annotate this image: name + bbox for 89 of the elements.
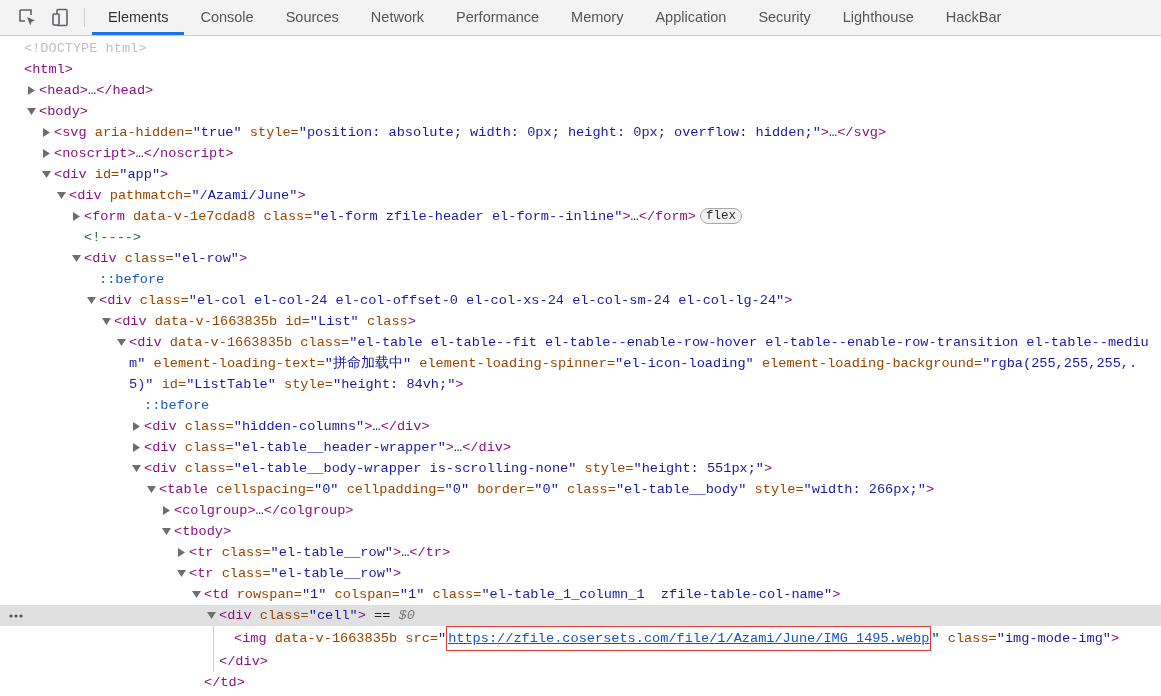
dom-node-line: <svg aria-hidden="true" style="position: absolute; width: 0px; height: 0px; overflow: hidden;">…</svg> — [54, 124, 887, 142]
dom-node-line: <div class="cell"> == $0 — [219, 607, 415, 625]
dom-node-line: <colgroup>…</colgroup> — [174, 502, 354, 520]
dom-tree-row[interactable]: <tbody> — [0, 521, 1161, 542]
dom-tree-row[interactable]: <tr class="el-table__row">…</tr> — [0, 542, 1161, 563]
expanded-triangle-icon[interactable] — [102, 317, 111, 326]
dom-node-line: ::before — [144, 397, 210, 415]
dom-node-line: <img data-v-1663835b src="https://zfile.cosersets.com/file/1/Azami/June/IMG_1495.webp" class="img-mode-img"> — [234, 626, 1120, 651]
dom-tree-row[interactable]: <img data-v-1663835b src="https://zfile.cosersets.com/file/1/Azami/June/IMG_1495.webp" class="img-mode-img"> — [0, 626, 1161, 651]
devtools-tab[interactable]: Console — [184, 0, 270, 35]
expanded-triangle-icon[interactable] — [132, 464, 141, 473]
dom-tree-row[interactable]: <colgroup>…</colgroup> — [0, 500, 1161, 521]
device-toolbar-icon[interactable] — [51, 8, 70, 27]
dom-tree-row[interactable]: <noscript>…</noscript> — [0, 143, 1161, 164]
collapsed-triangle-icon[interactable] — [72, 212, 81, 221]
dom-tree-row[interactable]: <td rowspan="1" colspan="1" class="el-table_1_column_1 zfile-table-col-name"> — [0, 584, 1161, 605]
dom-tree-row[interactable]: <head>…</head> — [0, 80, 1161, 101]
devtools-tab[interactable]: Network — [354, 0, 441, 35]
expanded-triangle-icon[interactable] — [162, 527, 171, 536]
devtools-tab[interactable]: Performance — [440, 0, 556, 35]
dom-tree-row[interactable]: <div class="el-row"> — [0, 248, 1161, 269]
dom-node-line: ::before — [99, 271, 165, 289]
expanded-triangle-icon[interactable] — [27, 107, 36, 116]
dom-node-line: <div id="app"> — [54, 166, 169, 184]
collapsed-triangle-icon[interactable] — [42, 149, 51, 158]
devtools-tab[interactable]: HackBar — [929, 0, 1018, 35]
dom-node-line: <form data-v-1e7cdad8 class="el-form zfile-header el-form--inline">…</form> — [84, 208, 696, 226]
closing-tag: </div> — [219, 654, 268, 669]
dom-node-line: <tr class="el-table__row"> — [189, 565, 402, 583]
layout-badge[interactable]: flex — [699, 208, 742, 224]
dom-tree-row[interactable]: <table cellspacing="0" cellpadding="0" border="0" class="el-table__body" style="width: 266px;"> — [0, 479, 1161, 500]
dom-tree-row[interactable]: <body> — [0, 101, 1161, 122]
dom-tree-row[interactable]: <div pathmatch="/Azami/June"> — [0, 185, 1161, 206]
expanded-triangle-icon[interactable] — [72, 254, 81, 263]
expanded-triangle-icon[interactable] — [177, 569, 186, 578]
devtools-tab[interactable]: Application — [639, 0, 743, 35]
inspect-element-icon[interactable] — [18, 8, 37, 27]
dom-node-line: <table cellspacing="0" cellpadding="0" border="0" class="el-table__body" style="width: 266px;"> — [159, 481, 935, 499]
expanded-triangle-icon[interactable] — [117, 338, 126, 347]
closing-tag: </td> — [204, 675, 245, 690]
dom-tree-row[interactable]: <div class="hidden-columns">…</div> — [0, 416, 1161, 437]
dom-tree-row[interactable]: ::before — [0, 269, 1161, 290]
dom-node-line: <td rowspan="1" colspan="1" class="el-table_1_column_1 zfile-table-col-name"> — [204, 586, 841, 604]
dom-tree-row[interactable]: <div class="el-table__header-wrapper">…</div> — [0, 437, 1161, 458]
expanded-triangle-icon[interactable] — [42, 170, 51, 179]
expanded-triangle-icon[interactable] — [57, 191, 66, 200]
dom-tree-row[interactable]: ::before — [0, 395, 1161, 416]
devtools-tab[interactable]: Sources — [269, 0, 355, 35]
dom-node-line: <div class="hidden-columns">…</div> — [144, 418, 430, 436]
expanded-triangle-icon[interactable] — [207, 611, 216, 620]
collapsed-triangle-icon[interactable] — [27, 86, 36, 95]
expanded-triangle-icon[interactable] — [192, 590, 201, 599]
more-options-icon[interactable] — [9, 614, 23, 618]
dom-node-line: <div class="el-table__header-wrapper">…</div> — [144, 439, 512, 457]
collapsed-triangle-icon[interactable] — [132, 422, 141, 431]
dom-node-line: <!DOCTYPE html> — [24, 40, 147, 58]
dom-node-line: <div class="el-row"> — [84, 250, 248, 268]
dom-node-line: <tr class="el-table__row">…</tr> — [189, 544, 451, 562]
dom-node-line: <html> — [24, 61, 73, 79]
dom-tree-row[interactable]: <div class="el-table__body-wrapper is-scrolling-none" style="height: 551px;"> — [0, 458, 1161, 479]
devtools-tab[interactable]: Security — [742, 0, 827, 35]
dom-tree-row[interactable]: <div class="cell"> == $0 — [0, 605, 1161, 626]
dom-node-line: <head>…</head> — [39, 82, 154, 100]
expanded-triangle-icon[interactable] — [147, 485, 156, 494]
dom-node-line: <div class="el-table__body-wrapper is-scrolling-none" style="height: 551px;"> — [144, 460, 773, 478]
dom-tree-row[interactable]: <tr class="el-table__row"> — [0, 563, 1161, 584]
dom-tree-row[interactable]: <div id="app"> — [0, 164, 1161, 185]
collapsed-triangle-icon[interactable] — [132, 443, 141, 452]
dom-tree-row[interactable]: <html> — [0, 59, 1161, 80]
url-link[interactable]: https://zfile.cosersets.com/file/1/Azami/June/IMG_1495.webp — [448, 631, 930, 646]
devtools-tab[interactable]: Lighthouse — [826, 0, 930, 35]
dom-node-line: <div data-v-1663835b class="el-table el-table--fit el-table--enable-row-hover el-table--enable-row-transition el-table--medium" element-loading-text="拼命加载中" element-loading-spinner="el-icon-loading" element-loading-background="rgba(255,255,255,.5)" id="ListTable" style="height: 84vh;"> — [129, 334, 1150, 394]
collapsed-triangle-icon[interactable] — [162, 506, 171, 515]
dom-node-line: <!----> — [84, 229, 142, 247]
collapsed-triangle-icon[interactable] — [177, 548, 186, 557]
dom-tree-row[interactable]: <div data-v-1663835b id="List" class> — [0, 311, 1161, 332]
dom-node-line: <noscript>…</noscript> — [54, 145, 234, 163]
devtools-tab[interactable]: Memory — [555, 0, 640, 35]
dom-node-line: <div data-v-1663835b id="List" class> — [114, 313, 416, 331]
dom-node-line: <tbody> — [174, 523, 232, 541]
dom-node-line: <div pathmatch="/Azami/June"> — [69, 187, 306, 205]
collapsed-triangle-icon[interactable] — [42, 128, 51, 137]
dom-node-line: <div class="el-col el-col-24 el-col-offset-0 el-col-xs-24 el-col-sm-24 el-col-lg-24"> — [99, 292, 793, 310]
dom-tree-row[interactable]: <!----> — [0, 227, 1161, 248]
dom-node-line: <body> — [39, 103, 88, 121]
dom-tree-row[interactable]: <svg aria-hidden="true" style="position: absolute; width: 0px; height: 0px; overflow: hidden;">…</svg> — [0, 122, 1161, 143]
dom-tree-row[interactable]: <form data-v-1e7cdad8 class="el-form zfile-header el-form--inline">…</form> flex — [0, 206, 1161, 227]
dom-tree-row[interactable]: <div class="el-col el-col-24 el-col-offset-0 el-col-xs-24 el-col-sm-24 el-col-lg-24"> — [0, 290, 1161, 311]
expanded-triangle-icon[interactable] — [87, 296, 96, 305]
